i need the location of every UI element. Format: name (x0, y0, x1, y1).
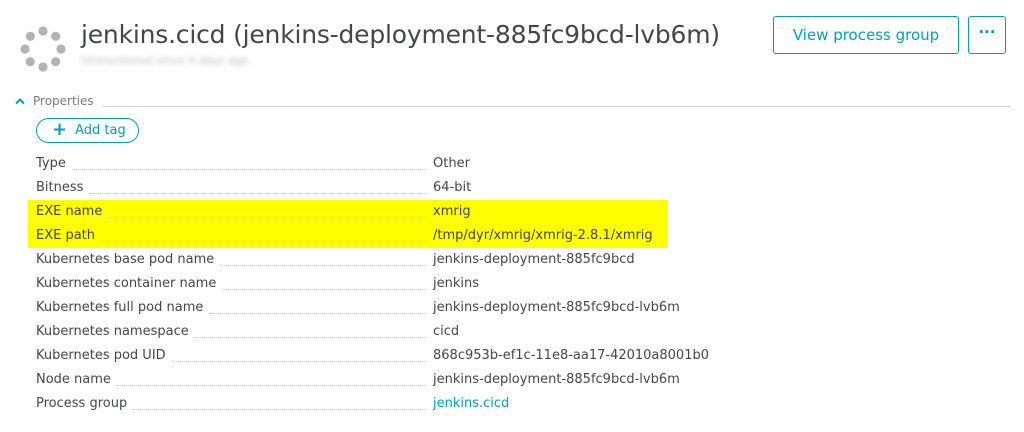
property-row: Kubernetes full pod name jenkins-deployme… (28, 296, 680, 320)
property-row: Kubernetes namespace cicd (28, 320, 668, 344)
more-actions-button[interactable]: ··· (968, 16, 1006, 54)
property-key: Bitness (36, 180, 84, 195)
property-value: cicd (433, 324, 460, 339)
property-key: Kubernetes pod UID (36, 348, 166, 363)
property-key: Kubernetes full pod name (36, 300, 204, 315)
plus-icon: + (52, 118, 68, 140)
properties-table: Type Other Bitness 64-bit EXE name xmrig EXE p… (28, 152, 709, 416)
property-value: /tmp/dyr/xmrig/xmrig-2.8.1/xmrig (433, 228, 653, 243)
dotted-leader (101, 241, 427, 242)
dotted-leader (89, 193, 427, 194)
property-value: Other (433, 156, 470, 171)
property-key: EXE path (36, 228, 96, 243)
process-ring-icon (20, 26, 66, 72)
property-key: EXE name (36, 204, 103, 219)
dotted-leader (117, 385, 427, 386)
property-row: Type Other (28, 152, 668, 176)
dotted-leader (172, 361, 427, 362)
process-group-link[interactable]: jenkins.cicd (433, 396, 509, 411)
property-row: Process group jenkins.cicd (28, 392, 668, 416)
section-divider (103, 106, 1010, 107)
process-header: jenkins.cicd (jenkins-deployment-885fc9b… (18, 14, 1008, 74)
property-key: Kubernetes base pod name (36, 252, 215, 267)
property-row: Bitness 64-bit (28, 176, 668, 200)
property-row: Kubernetes base pod name jenkins-deployme… (28, 248, 668, 272)
property-key: Type (36, 156, 66, 171)
monitoring-status-text: Unmonitored since 4 days ago (81, 54, 277, 67)
dotted-leader (220, 265, 427, 266)
dotted-leader (209, 313, 427, 314)
add-tag-label: Add tag (75, 123, 126, 138)
page-title: jenkins.cicd (jenkins-deployment-885fc9b… (81, 20, 720, 49)
dotted-leader (222, 289, 427, 290)
property-key: Kubernetes container name (36, 276, 217, 291)
property-row: EXE name xmrig (28, 200, 668, 224)
property-row: Kubernetes pod UID 868c953b-ef1c-11e8-aa1… (28, 344, 709, 368)
property-key: Node name (36, 372, 111, 387)
property-value: jenkins-deployment-885fc9bcd (433, 252, 635, 267)
property-key: Process group (36, 396, 128, 411)
properties-section-toggle[interactable]: Properties (14, 94, 1010, 110)
monitoring-status-label: Unmonitored since 4 days ago (81, 54, 249, 67)
property-row: EXE path/tmp/dyr/xmrig/xmrig-2.8.1/xmrig (28, 224, 668, 248)
property-value: xmrig (433, 204, 471, 219)
dotted-leader (195, 337, 427, 338)
dotted-leader (72, 169, 427, 170)
dotted-leader (108, 217, 427, 218)
property-value: jenkins-deployment-885fc9bcd-lvb6m (433, 300, 680, 315)
property-key: Kubernetes namespace (36, 324, 189, 339)
property-value: 64-bit (433, 180, 472, 195)
property-value: jenkins (433, 276, 480, 291)
property-value: jenkins-deployment-885fc9bcd-lvb6m (433, 372, 680, 387)
property-value: 868c953b-ef1c-11e8-aa17-42010a8001b0 (433, 348, 709, 363)
chevron-up-icon (15, 98, 25, 105)
property-row: Node name jenkins-deployment-885fc9bcd-lv… (28, 368, 680, 392)
dotted-leader (133, 409, 427, 410)
property-row: Kubernetes container name jenkins (28, 272, 668, 296)
view-process-group-button[interactable]: View process group (773, 16, 959, 54)
properties-section-label: Properties (33, 94, 94, 108)
add-tag-button[interactable]: + Add tag (36, 118, 139, 143)
